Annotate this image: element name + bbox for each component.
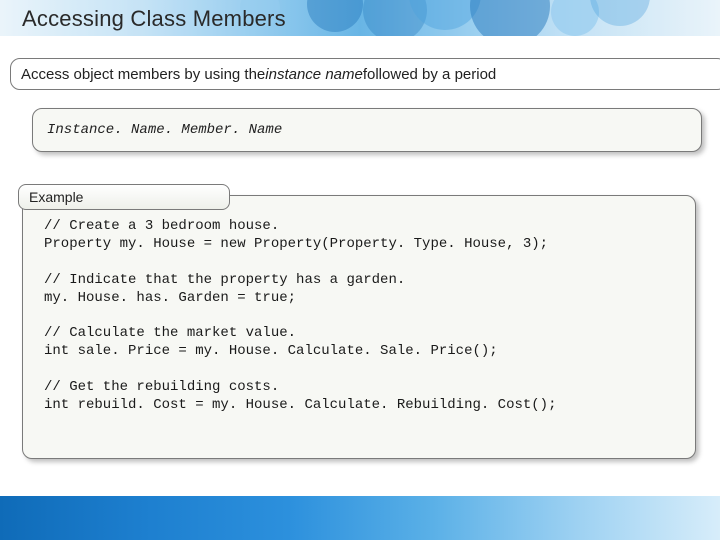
access-description-box: Access object members by using the insta… <box>10 58 720 90</box>
syntax-text: Instance. Name. Member. Name <box>47 122 282 138</box>
access-text-post: followed by a period <box>363 66 496 83</box>
code-block: // Create a 3 bedroom house. Property my… <box>44 218 684 415</box>
access-text-italic: instance name <box>265 66 363 83</box>
syntax-box: Instance. Name. Member. Name <box>32 108 702 152</box>
footer-decorative-band <box>0 496 720 540</box>
access-text-pre: Access object members by using the <box>21 66 265 83</box>
slide-title: Accessing Class Members <box>22 6 286 32</box>
example-tab-label: Example <box>18 184 230 210</box>
slide-container: Accessing Class Members Access object me… <box>0 0 720 540</box>
example-label-text: Example <box>29 189 83 205</box>
